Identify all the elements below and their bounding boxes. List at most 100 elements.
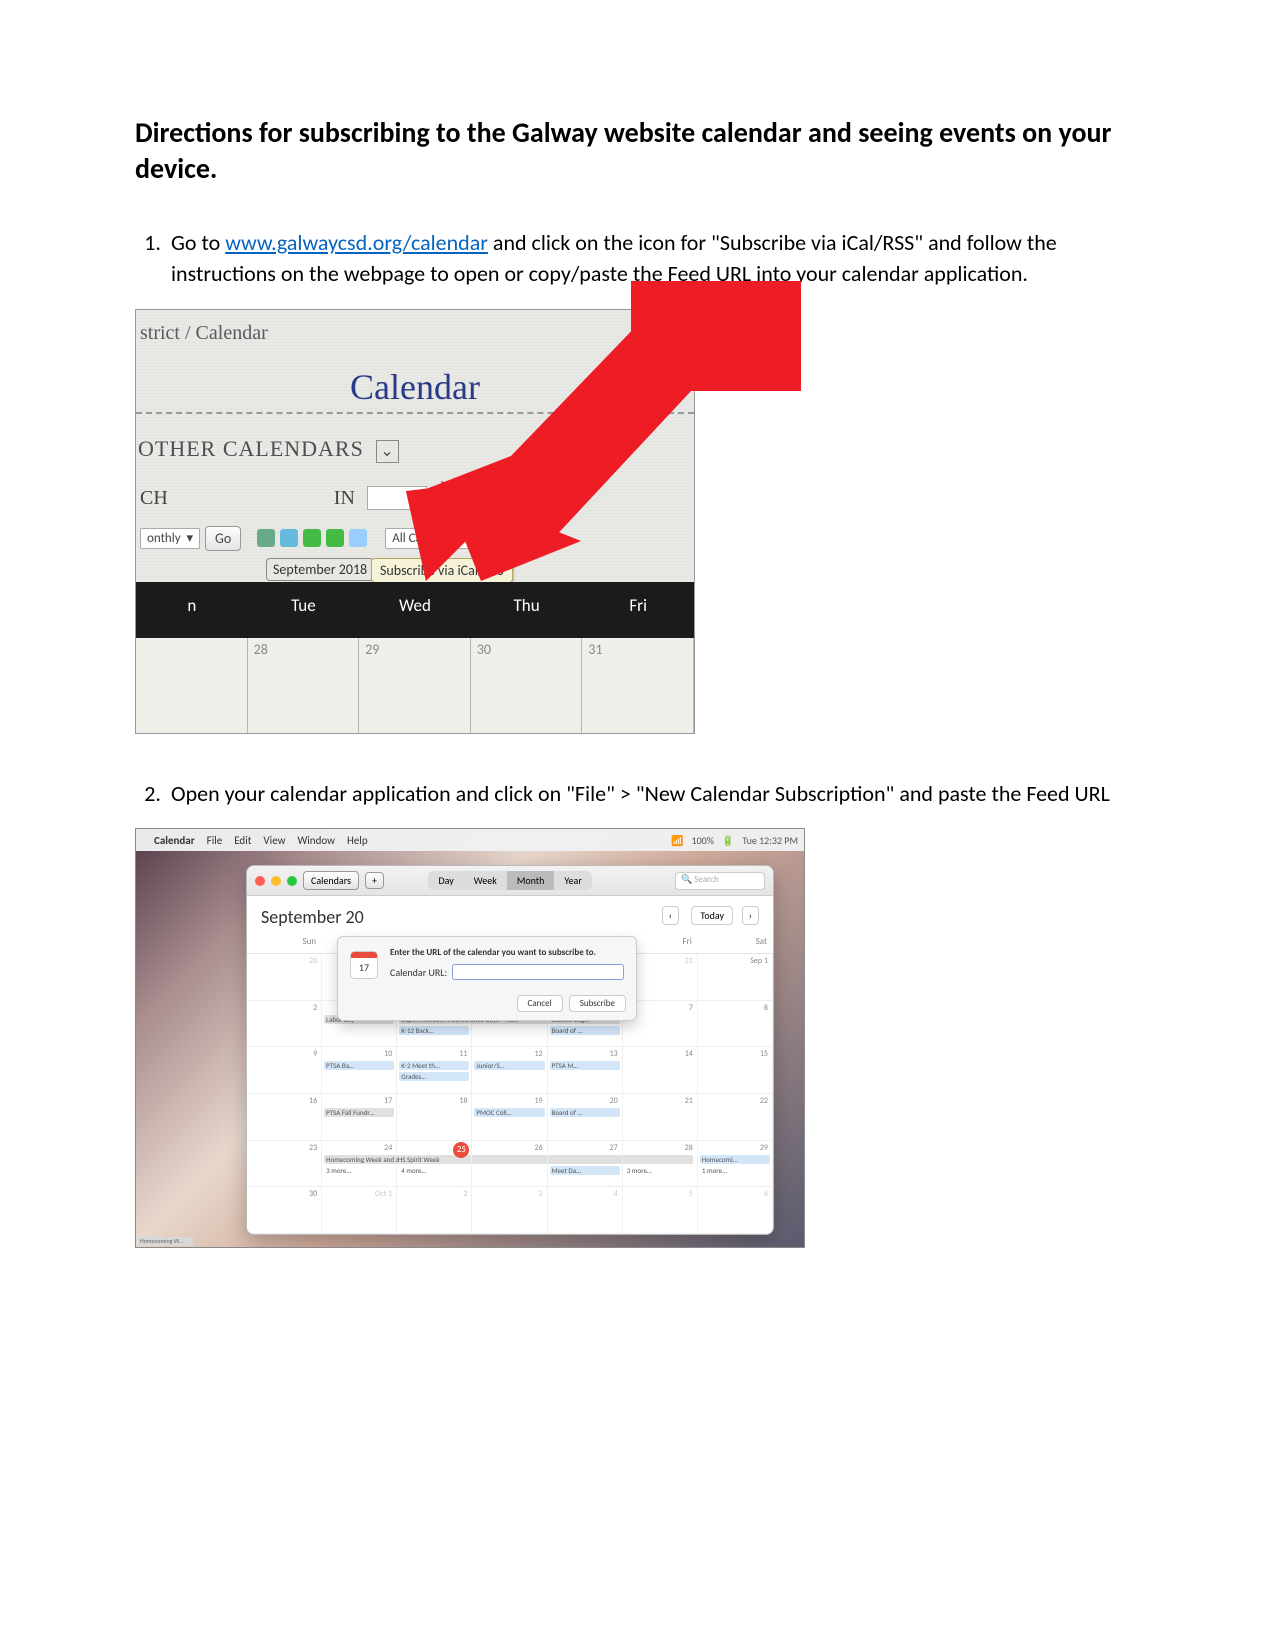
event-board[interactable]: Board of … xyxy=(550,1026,620,1035)
day-cell[interactable]: 24Homecoming Week and JHS Spirit Week3 m… xyxy=(322,1141,397,1187)
subscribe-dialog: 17 Enter the URL of the calendar you wan… xyxy=(337,936,637,1021)
calendar-app-icon: 17 xyxy=(350,951,378,979)
day-cell[interactable]: 25 4 more… xyxy=(397,1141,472,1187)
minimize-icon[interactable] xyxy=(271,876,281,886)
day-cell[interactable]: Sep 1 xyxy=(698,954,773,1000)
day-cell[interactable]: 29Homecomi…1 more… xyxy=(698,1141,773,1187)
day-cell[interactable]: 5 xyxy=(623,1187,698,1233)
event-grades[interactable]: Grades… xyxy=(399,1072,469,1081)
more-3a[interactable]: 3 more… xyxy=(324,1166,394,1175)
calendar-url-input[interactable] xyxy=(452,964,624,980)
search-input[interactable]: 🔍 Search xyxy=(675,872,765,890)
grid-cell xyxy=(136,638,248,734)
step-1-pre: Go to xyxy=(171,229,225,256)
date-num: 30 xyxy=(477,641,491,658)
step-1-text: Go to www.galwaycsd.org/calendar and cli… xyxy=(171,228,1140,290)
day-cell[interactable]: 8 xyxy=(698,1001,773,1047)
event-k2[interactable]: K-2 Meet th… xyxy=(399,1061,469,1070)
step-2: 2. Open your calendar application and cl… xyxy=(135,779,1140,810)
day-cell[interactable]: 26 xyxy=(247,954,322,1000)
day-cell[interactable]: 16 xyxy=(247,1094,322,1140)
day-fri: Fri xyxy=(582,595,694,616)
day-cell[interactable]: 21 xyxy=(623,1094,698,1140)
day-cell[interactable]: 30 xyxy=(247,1187,322,1233)
subscribe-button[interactable]: Subscribe xyxy=(569,995,626,1012)
day-cell[interactable]: 9 xyxy=(247,1047,322,1093)
month-badge: September 2018 xyxy=(266,558,374,581)
day-cell[interactable]: 2 xyxy=(397,1187,472,1233)
day-cell[interactable]: 15 xyxy=(698,1047,773,1093)
step-1-number: 1. xyxy=(135,228,171,290)
day-cell[interactable]: 3 xyxy=(472,1187,547,1233)
menu-window[interactable]: Window xyxy=(297,834,335,847)
cancel-button[interactable]: Cancel xyxy=(517,995,563,1012)
view-select[interactable]: onthly ▾ xyxy=(140,528,200,549)
today-marker: 25 xyxy=(453,1142,469,1158)
event-ptsa-fall[interactable]: PTSA Fall Fundr… xyxy=(324,1108,394,1117)
menu-app[interactable]: Calendar xyxy=(154,834,195,847)
day-cell[interactable]: 18 xyxy=(397,1094,472,1140)
event-k12[interactable]: K-12 Back… xyxy=(399,1026,469,1035)
day-cell[interactable]: 10PTSA Ba… xyxy=(322,1047,397,1093)
add-calendar-button[interactable]: + xyxy=(365,872,384,889)
more-4[interactable]: 4 more… xyxy=(399,1166,469,1175)
event-pmoc[interactable]: PMOC Coll… xyxy=(474,1108,544,1117)
event-hc[interactable]: Homecomi… xyxy=(700,1155,770,1164)
week-row: 30 Oct 1 2 3 4 5 6 xyxy=(247,1187,773,1234)
menu-edit[interactable]: Edit xyxy=(234,834,251,847)
menu-file[interactable]: File xyxy=(207,834,223,847)
view-select-text: onthly xyxy=(147,531,181,546)
search-placeholder: Search xyxy=(694,874,718,885)
event-junior[interactable]: Junior/S… xyxy=(474,1061,544,1070)
rss-icon[interactable] xyxy=(280,529,298,547)
day-cell[interactable]: 22 xyxy=(698,1094,773,1140)
day-cell[interactable]: 27Meet Da… xyxy=(548,1141,623,1187)
view-segment[interactable]: Day Week Month Year xyxy=(428,871,591,890)
event-meet[interactable]: Meet Da… xyxy=(550,1166,620,1175)
day-cell[interactable]: 23 xyxy=(247,1141,322,1187)
day-cell[interactable]: Oct 1 xyxy=(322,1187,397,1233)
day-cell[interactable]: 12Junior/S… xyxy=(472,1047,547,1093)
icon-day-number: 17 xyxy=(359,961,369,974)
event-ptsa[interactable]: PTSA Ba… xyxy=(324,1061,394,1070)
calendars-button[interactable]: Calendars xyxy=(303,871,359,890)
grid-cell: 29 xyxy=(359,638,471,734)
day-cell[interactable]: 26 xyxy=(472,1141,547,1187)
day-cell[interactable]: 6 xyxy=(698,1187,773,1233)
week-row: 23 24Homecoming Week and JHS Spirit Week… xyxy=(247,1141,773,1188)
seg-year[interactable]: Year xyxy=(554,871,591,890)
print-icon[interactable] xyxy=(257,529,275,547)
event-board2[interactable]: Board of … xyxy=(550,1108,620,1117)
day-cell[interactable]: 2 xyxy=(247,1001,322,1047)
day-cell[interactable]: 283 more… xyxy=(623,1141,698,1187)
seg-week[interactable]: Week xyxy=(464,871,507,890)
day-cell[interactable]: 14 xyxy=(623,1047,698,1093)
date-num: 28 xyxy=(254,641,268,658)
export-icon[interactable] xyxy=(303,529,321,547)
close-icon[interactable] xyxy=(255,876,265,886)
event-ptsa-m[interactable]: PTSA M… xyxy=(550,1061,620,1070)
more-3b[interactable]: 3 more… xyxy=(625,1166,695,1175)
day-cell[interactable]: 13PTSA M… xyxy=(548,1047,623,1093)
today-button[interactable]: Today xyxy=(691,906,733,925)
go-button[interactable]: Go xyxy=(205,526,241,551)
calendar-main: September 20 ‹ Today › Sun Mon Tue Wed T… xyxy=(247,896,773,1234)
more-1[interactable]: 1 more… xyxy=(700,1166,770,1175)
zoom-icon[interactable] xyxy=(287,876,297,886)
other-calendars-label: OTHER CALENDARS ⌄ xyxy=(138,436,399,462)
menu-help[interactable]: Help xyxy=(347,834,368,847)
next-month-button[interactable]: › xyxy=(742,906,759,925)
copy-icon[interactable] xyxy=(349,529,367,547)
week-row: 16 17PTSA Fall Fundr… 18 19PMOC Coll… 20… xyxy=(247,1094,773,1141)
seg-month[interactable]: Month xyxy=(507,871,555,890)
calendar-link[interactable]: www.galwaycsd.org/calendar xyxy=(225,229,488,256)
day-cell[interactable]: 20Board of … xyxy=(548,1094,623,1140)
subscribe-ical-icon[interactable] xyxy=(326,529,344,547)
day-cell[interactable]: 11K-2 Meet th…Grades… xyxy=(397,1047,472,1093)
day-cell[interactable]: 19PMOC Coll… xyxy=(472,1094,547,1140)
menu-view[interactable]: View xyxy=(263,834,285,847)
prev-month-button[interactable]: ‹ xyxy=(662,906,679,925)
day-cell[interactable]: 17PTSA Fall Fundr… xyxy=(322,1094,397,1140)
day-cell[interactable]: 4 xyxy=(548,1187,623,1233)
seg-day[interactable]: Day xyxy=(428,871,463,890)
